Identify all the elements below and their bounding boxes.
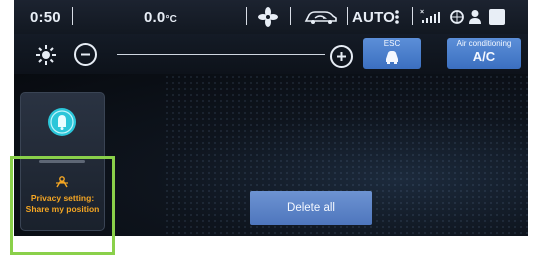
highlight-box: [10, 156, 115, 255]
temperature-unit: °C: [165, 14, 178, 25]
divider: [347, 7, 348, 25]
ac-value: A/C: [472, 49, 496, 64]
notification-bell-icon: [47, 107, 77, 142]
signal-strength-icon: ×: [420, 7, 442, 30]
divider: [412, 7, 413, 25]
user-profile-icon[interactable]: [468, 9, 482, 30]
globe-icon: [450, 10, 464, 29]
status-bar: 0:50 0.0°C AUTO ×: [14, 0, 528, 34]
recirculation-car-icon[interactable]: [303, 9, 339, 30]
clock: 0:50: [30, 9, 61, 26]
auto-climate-label[interactable]: AUTO: [352, 9, 395, 26]
brightness-slider[interactable]: [117, 54, 325, 55]
minus-icon: [81, 53, 90, 56]
brightness-sun-icon: [36, 45, 56, 70]
air-conditioning-label: Air conditioning: [456, 39, 512, 48]
brightness-increase-button[interactable]: [330, 45, 353, 68]
divider: [290, 7, 291, 25]
plus-icon: [337, 52, 346, 61]
brightness-decrease-button[interactable]: [74, 43, 97, 66]
svg-text:×: ×: [420, 9, 424, 16]
air-conditioning-button[interactable]: Air conditioning A/C: [447, 38, 521, 69]
esc-label: ESC: [383, 39, 401, 48]
esc-button[interactable]: ESC: [363, 38, 421, 69]
divider: [246, 7, 247, 25]
temperature-value: 0.0: [144, 9, 166, 26]
climate-control-row: ESC Air conditioning A/C: [14, 34, 528, 74]
more-vertical-icon[interactable]: [394, 9, 400, 30]
delete-all-button[interactable]: Delete all: [250, 191, 372, 225]
temperature-readout: 0.0°C: [144, 9, 177, 26]
divider: [72, 7, 73, 25]
fan-icon[interactable]: [258, 7, 278, 32]
car-stability-icon: [386, 51, 398, 64]
window-square-icon[interactable]: [488, 8, 506, 31]
